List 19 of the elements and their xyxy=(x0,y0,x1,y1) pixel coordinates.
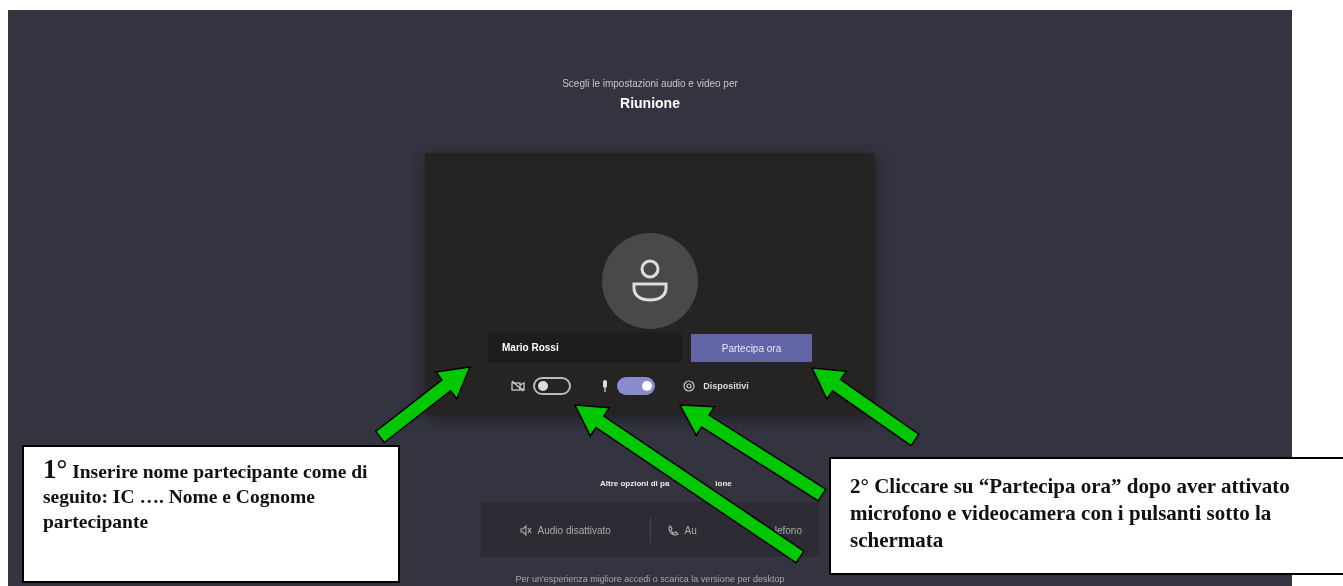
join-option[interactable]: Audio disattivato xyxy=(481,516,650,545)
name-field[interactable]: Mario Rossi xyxy=(488,332,682,363)
footer-note: Per un'esperienza migliore accedi o scarica la versione per desktop xyxy=(515,574,785,584)
callout-text: 2° Cliccare su “Partecipa ora” dopo aver attivato microfono e videocamera con i pulsanti sotto la schermata xyxy=(850,473,1291,554)
gear-icon xyxy=(683,380,696,392)
camera-off-icon xyxy=(511,380,526,392)
speaker-muted-icon xyxy=(519,525,532,536)
phone-icon xyxy=(667,525,679,536)
meeting-title: Riunione xyxy=(620,95,680,111)
toggle-switch[interactable] xyxy=(533,377,572,395)
join-button[interactable]: Partecipa ora xyxy=(691,334,812,362)
section-title: ione xyxy=(715,479,732,488)
section-title: Altre opzioni di pa xyxy=(600,479,670,488)
join-option[interactable]: Au lefono xyxy=(650,516,819,545)
devices-label[interactable]: Dispositivi xyxy=(703,381,749,391)
toggle-switch[interactable] xyxy=(617,377,656,395)
callout-text: 1° Inserire nome partecipante come di seguito: IC …. Nome e Cognome partecipante xyxy=(43,457,369,534)
subtitle: Scegli le impostazioni audio e video per xyxy=(562,78,738,89)
microphone-icon xyxy=(601,379,610,393)
